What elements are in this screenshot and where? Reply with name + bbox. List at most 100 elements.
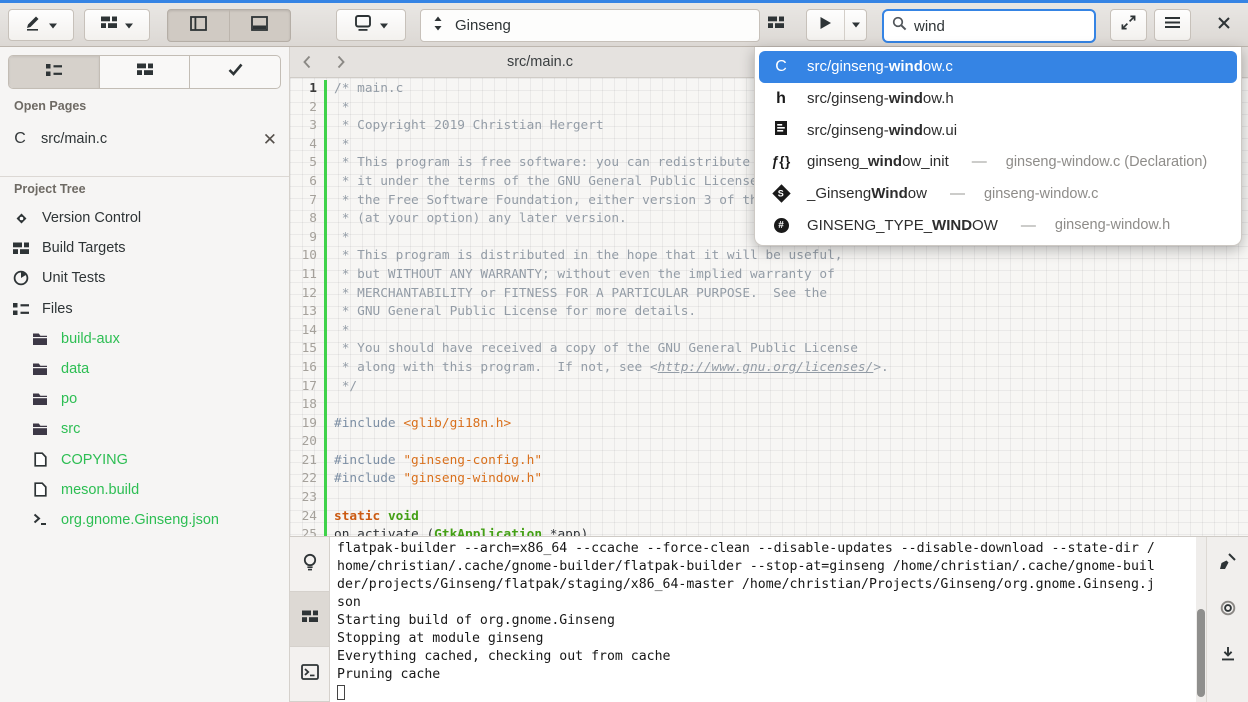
record-output-button[interactable] bbox=[1207, 591, 1248, 629]
open-page-item[interactable]: C src/main.c ✕ bbox=[0, 123, 289, 155]
code-line: 20 bbox=[290, 433, 1248, 452]
result-title: src/ginseng-window.c bbox=[807, 58, 953, 75]
up-down-arrows-icon bbox=[433, 15, 443, 37]
function-icon: ƒ{} bbox=[771, 154, 791, 169]
fullscreen-button[interactable] bbox=[1110, 9, 1147, 41]
tree-item-meson-build[interactable]: meson.build bbox=[0, 475, 289, 505]
save-output-button[interactable] bbox=[1207, 637, 1248, 675]
line-number: 13 bbox=[290, 303, 324, 322]
class-icon: S bbox=[772, 184, 790, 202]
separator: — bbox=[950, 185, 965, 202]
code-line: 10 * This program is distributed in the … bbox=[290, 247, 1248, 266]
folder-icon bbox=[31, 392, 49, 406]
tree-item-version-control[interactable]: Version Control bbox=[0, 203, 289, 233]
chevron-down-icon bbox=[124, 21, 134, 30]
download-icon bbox=[1221, 646, 1235, 667]
toggle-left-panel-button[interactable] bbox=[168, 10, 229, 41]
tree-item-src[interactable]: src bbox=[0, 414, 289, 444]
scrollbar-thumb[interactable] bbox=[1197, 609, 1205, 697]
tree-item-build-targets[interactable]: Build Targets bbox=[0, 233, 289, 263]
line-number: 7 bbox=[290, 192, 324, 211]
tab-terminal[interactable] bbox=[290, 647, 329, 702]
device-selector-button[interactable] bbox=[336, 9, 406, 41]
tree-item-label: Version Control bbox=[42, 210, 141, 226]
project-selector[interactable]: Ginseng bbox=[420, 9, 760, 42]
build-output-terminal[interactable]: flatpak-builder --arch=x86_64 --ccache -… bbox=[330, 537, 1196, 702]
code-line: 23 bbox=[290, 489, 1248, 508]
clear-output-button[interactable] bbox=[1207, 545, 1248, 583]
tree-item-unit-tests[interactable]: Unit Tests bbox=[0, 263, 289, 293]
tree-item-data[interactable]: data bbox=[0, 354, 289, 384]
git-icon bbox=[12, 210, 30, 227]
terminal-line: son bbox=[337, 594, 1196, 612]
line-number: 9 bbox=[290, 229, 324, 248]
sidebar-tab-project[interactable] bbox=[9, 56, 99, 88]
terminal-line: home/christian/.cache/gnome-builder/flat… bbox=[337, 558, 1196, 576]
search-result-item[interactable]: S_GinsengWindow—ginseng-window.c bbox=[755, 178, 1241, 210]
edit-mode-dropdown-button[interactable] bbox=[8, 9, 74, 41]
line-number: 6 bbox=[290, 173, 324, 192]
folder-icon bbox=[31, 332, 49, 346]
line-number: 23 bbox=[290, 489, 324, 508]
terminal-line: Stopping at module ginseng bbox=[337, 630, 1196, 648]
chevron-down-icon bbox=[379, 21, 389, 30]
code-line: 18 bbox=[290, 396, 1248, 415]
run-button[interactable] bbox=[807, 10, 844, 40]
menu-button[interactable] bbox=[1154, 9, 1191, 41]
line-number: 14 bbox=[290, 322, 324, 341]
line-number: 8 bbox=[290, 210, 324, 229]
line-number: 15 bbox=[290, 340, 324, 359]
code-line: 14 * bbox=[290, 322, 1248, 341]
result-title: src/ginseng-window.ui bbox=[807, 122, 957, 139]
code-line: 22#include "ginseng-window.h" bbox=[290, 470, 1248, 489]
tab-messages[interactable] bbox=[290, 537, 329, 592]
terminal-cursor bbox=[337, 685, 345, 700]
line-number: 20 bbox=[290, 433, 324, 452]
terminal-line: Starting build of org.gnome.Ginseng bbox=[337, 612, 1196, 630]
terminal-scrollbar[interactable] bbox=[1196, 537, 1206, 702]
close-page-button[interactable]: ✕ bbox=[263, 131, 277, 148]
folder-icon bbox=[31, 422, 49, 436]
toggle-bottom-panel-button[interactable] bbox=[229, 10, 291, 41]
sidebar-tab-todo[interactable] bbox=[189, 56, 280, 88]
expand-arrows-icon bbox=[1121, 15, 1136, 35]
code-line: 12 * MERCHANTABILITY or FITNESS FOR A PA… bbox=[290, 285, 1248, 304]
build-dropdown-button[interactable] bbox=[84, 9, 150, 41]
search-result-item[interactable]: Csrc/ginseng-window.c bbox=[759, 51, 1237, 83]
search-result-item[interactable]: src/ginseng-window.ui bbox=[755, 114, 1241, 146]
separator: — bbox=[1021, 217, 1036, 234]
chevron-down-icon bbox=[48, 21, 58, 30]
tree-item-copying[interactable]: COPYING bbox=[0, 445, 289, 475]
code-line: 17 */ bbox=[290, 378, 1248, 397]
build-pipeline-button[interactable] bbox=[762, 9, 790, 41]
tree-item-org-gnome-ginseng-json[interactable]: org.gnome.Ginseng.json bbox=[0, 505, 289, 535]
terminal-line: Everything cached, checking out from cac… bbox=[337, 648, 1196, 666]
project-tree-heading: Project Tree bbox=[0, 182, 100, 196]
result-title: GINSENG_TYPE_WINDOW bbox=[807, 217, 998, 234]
result-title: _GinsengWindow bbox=[807, 185, 927, 202]
line-number: 25 bbox=[290, 526, 324, 536]
close-window-button[interactable] bbox=[1208, 9, 1240, 41]
sidebar-tab-build[interactable] bbox=[99, 56, 190, 88]
tree-item-build-aux[interactable]: build-aux bbox=[0, 324, 289, 354]
tree-item-files[interactable]: Files bbox=[0, 294, 289, 324]
code-line: 19#include <glib/gi18n.h> bbox=[290, 415, 1248, 434]
search-input[interactable] bbox=[914, 18, 1086, 35]
project-name-label: Ginseng bbox=[455, 17, 511, 34]
divider bbox=[0, 176, 289, 177]
run-options-button[interactable] bbox=[844, 10, 866, 40]
search-result-item[interactable]: ƒ{}ginseng_window_init—ginseng-window.c … bbox=[755, 146, 1241, 178]
list-icon bbox=[46, 63, 62, 82]
line-number: 3 bbox=[290, 117, 324, 136]
search-result-item[interactable]: #GINSENG_TYPE_WINDOW—ginseng-window.h bbox=[755, 209, 1241, 241]
tree-item-po[interactable]: po bbox=[0, 384, 289, 414]
build-bricks-icon bbox=[768, 16, 784, 34]
tab-build-output[interactable] bbox=[290, 592, 329, 647]
record-icon bbox=[1220, 600, 1236, 621]
search-result-item[interactable]: hsrc/ginseng-window.h bbox=[755, 83, 1241, 115]
tree-item-label: Files bbox=[42, 301, 73, 317]
macro-icon: # bbox=[774, 218, 789, 233]
doc-icon bbox=[31, 482, 49, 497]
open-page-label: src/main.c bbox=[41, 131, 250, 147]
tree-item-label: COPYING bbox=[61, 452, 128, 468]
